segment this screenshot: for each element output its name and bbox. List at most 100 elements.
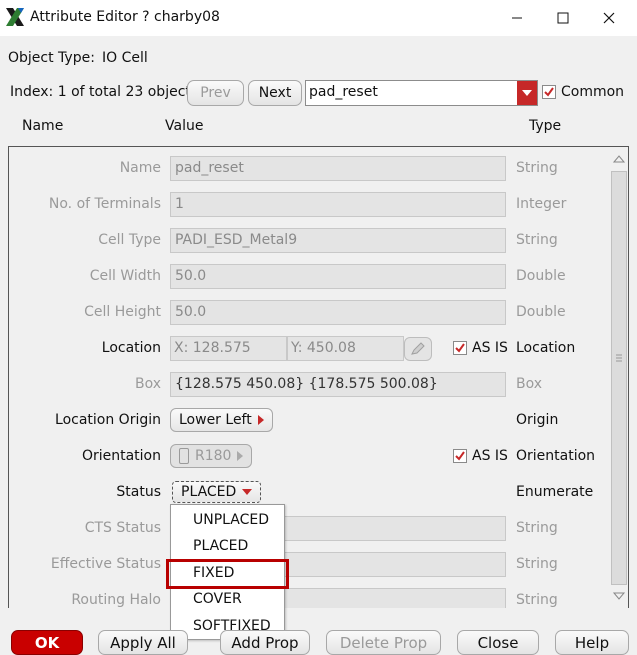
status-option-fixed[interactable]: FIXED [166,559,289,589]
x-prefix: X: [174,340,189,356]
x-value: 128.575 [192,340,251,356]
box-field: {128.575 450.08} {178.575 500.08} [170,372,506,397]
property-row-box: Box {128.575 450.08} {178.575 500.08} Bo… [9,366,609,402]
checkmark-icon [455,343,465,353]
help-button[interactable]: Help [555,630,629,655]
cell-height-field: 50.0 [170,300,506,325]
property-row-location-origin: Location Origin Lower Left Origin [9,402,609,438]
delete-prop-button[interactable]: Delete Prop [326,630,441,655]
status-dropdown-menu: UNPLACED PLACED FIXED COVER SOFTFIXED [166,504,289,640]
add-prop-button[interactable]: Add Prop [220,630,310,655]
column-header-name: Name [22,118,64,134]
apply-all-button[interactable]: Apply All [98,630,188,655]
property-panel: Name pad_reset String No. of Terminals 1… [8,146,629,608]
minimize-button[interactable] [494,0,540,36]
close-window-button[interactable] [586,0,632,36]
location-origin-button[interactable]: Lower Left [170,408,273,432]
property-label: Orientation [81,448,161,464]
status-option-cover[interactable]: COVER [171,587,284,613]
property-row-cts-status: CTS Status String [9,510,609,546]
property-type: Integer [516,196,567,212]
object-type-value: IO Cell [102,50,148,66]
property-type: String [516,160,558,176]
y-prefix: Y: [291,340,303,356]
property-label: No. of Terminals [48,196,161,212]
property-label: Cell Height [84,304,161,320]
object-select[interactable]: pad_reset [305,80,538,106]
status-value: PLACED [181,484,237,500]
window-title: Attribute Editor ? charby08 [30,9,220,25]
name-field: pad_reset [170,156,506,181]
property-type: Double [516,268,566,284]
property-row-cell-width: Cell Width 50.0 Double [9,258,609,294]
property-type: Box [516,376,543,392]
pencil-icon [411,342,425,355]
orientation-value: R180 [195,448,232,464]
next-button[interactable]: Next [248,80,302,106]
property-row-cell-type: Cell Type PADI_ESD_Metal9 String [9,222,609,258]
as-is-label: AS IS [472,340,508,356]
maximize-icon [557,12,569,24]
close-button[interactable]: Close [457,630,539,655]
status-option-placed[interactable]: PLACED [171,534,284,560]
location-x-field[interactable]: X: 128.575 [170,336,287,361]
ok-button[interactable]: OK [11,630,83,655]
grip-icon [616,354,622,362]
title-bar: Attribute Editor ? charby08 [0,0,637,36]
property-row-routing-halo: Routing Halo String [9,582,609,608]
prev-button[interactable]: Prev [187,80,244,106]
chevron-right-icon [237,451,244,461]
close-icon [603,12,615,24]
chevron-up-icon [612,155,626,163]
scroll-up-button[interactable] [611,151,627,167]
orientation-button[interactable]: R180 [170,444,253,468]
as-is-label: AS IS [472,448,508,464]
status-option-unplaced[interactable]: UNPLACED [171,508,284,534]
maximize-button[interactable] [540,0,586,36]
property-type: String [516,520,558,536]
property-type: String [516,592,558,608]
column-header-type: Type [529,118,562,134]
chevron-down-icon [242,489,253,495]
property-label: Box [134,376,161,392]
property-type: String [516,232,558,248]
location-as-is-checkbox[interactable] [453,341,467,355]
property-label: Cell Width [89,268,161,284]
property-label: Name [119,160,161,176]
index-label: Index: 1 of total 23 objects [10,84,199,100]
object-select-value: pad_reset [309,84,378,100]
minimize-icon [512,17,522,19]
object-type-label: Object Type: [8,50,95,66]
location-origin-value: Lower Left [179,412,252,428]
x-logo-icon [4,6,26,28]
property-type: Origin [516,412,559,428]
chevron-down-icon[interactable] [517,81,537,105]
property-row-effective-status: Effective Status String [9,546,609,582]
checkmark-icon [544,87,554,97]
property-type: Enumerate [516,484,594,500]
property-label: Effective Status [50,556,161,572]
terminals-field: 1 [170,192,506,217]
checkmark-icon [455,451,465,461]
cell-width-field: 50.0 [170,264,506,289]
property-type: Location [516,340,576,356]
property-row-name: Name pad_reset String [9,150,609,186]
common-label: Common [561,84,625,100]
property-row-terminals: No. of Terminals 1 Integer [9,186,609,222]
chevron-down-icon [612,592,626,600]
property-type: String [516,556,558,572]
column-header-value: Value [165,118,204,134]
scroll-thumb[interactable] [611,171,627,585]
common-checkbox[interactable] [542,85,556,99]
status-dropdown[interactable]: PLACED [172,481,262,503]
pick-location-button[interactable] [404,337,432,361]
property-row-location: Location X: 128.575 Y: 450.08 AS IS Loca… [9,330,609,366]
location-y-field[interactable]: Y: 450.08 [287,336,404,361]
property-type: Orientation [516,448,596,464]
property-label: Location Origin [55,412,161,428]
scroll-down-button[interactable] [611,588,627,604]
property-label: Cell Type [98,232,161,248]
orientation-as-is-checkbox[interactable] [453,449,467,463]
property-row-orientation: Orientation R180 AS IS Orientation [9,438,609,474]
property-type: Double [516,304,566,320]
